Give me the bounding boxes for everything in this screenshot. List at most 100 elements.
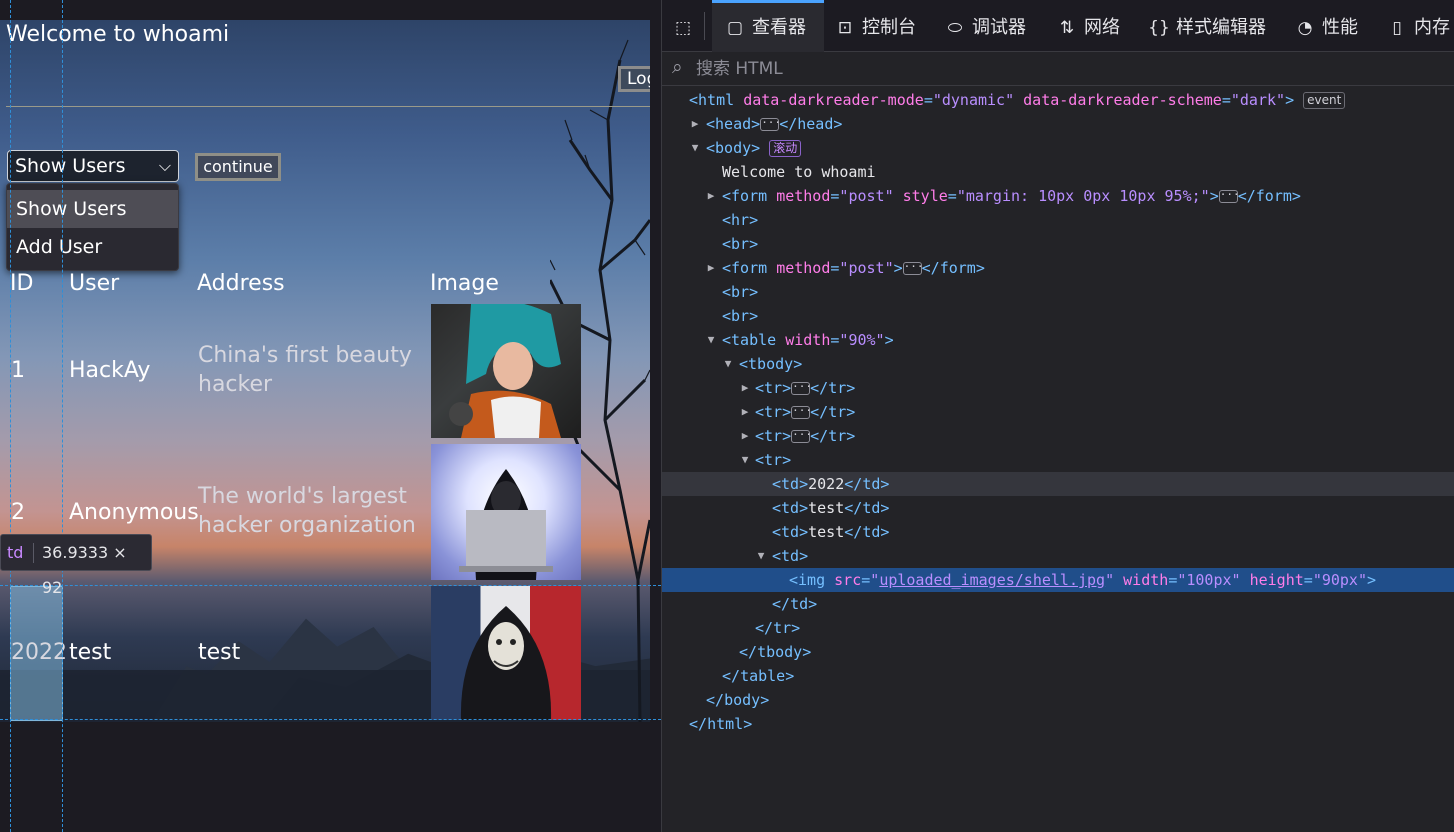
tree-node-br[interactable]: <br>	[662, 232, 1454, 256]
tree-node-tr[interactable]: ▶ <tr>···</tr>	[662, 376, 1454, 400]
tree-node-hr[interactable]: <hr>	[662, 208, 1454, 232]
search-html-input[interactable]	[696, 56, 1396, 82]
inspector-guide-vertical	[62, 0, 63, 832]
table-cell-id: 2	[11, 500, 25, 525]
table-header-id: ID	[10, 271, 34, 296]
pick-element-button[interactable]: ⬚	[672, 0, 700, 52]
tree-node-body[interactable]: ▼ <body> 滚动	[662, 136, 1454, 160]
pick-element-icon: ⬚	[674, 18, 692, 38]
collapsed-ellipsis-icon[interactable]: ···	[791, 429, 812, 443]
tooltip-separator	[33, 543, 34, 563]
tree-node-tr[interactable]: ▶ <tr>···</tr>	[662, 424, 1454, 448]
tab-label: 调试器	[972, 17, 1026, 38]
tab-memory[interactable]: ▯ 内存	[1386, 0, 1450, 52]
expand-triangle-icon[interactable]: ▶	[704, 256, 718, 280]
table-header-user: User	[69, 271, 120, 296]
expand-triangle-icon[interactable]: ▶	[738, 424, 752, 448]
collapse-triangle-icon[interactable]: ▼	[688, 136, 702, 160]
dropdown-option-show-users[interactable]: Show Users	[7, 190, 178, 228]
collapse-triangle-icon[interactable]: ▼	[704, 328, 718, 352]
tree-node-body-close[interactable]: </body>	[662, 688, 1454, 712]
user-image-2	[431, 444, 581, 580]
inspector-icon: ▢	[726, 18, 744, 38]
tree-node-form[interactable]: ▶ <form method="post">···</form>	[662, 256, 1454, 280]
table-cell-user: test	[69, 640, 112, 665]
expand-triangle-icon[interactable]: ▶	[738, 376, 752, 400]
search-icon: ⌕	[672, 56, 683, 78]
tree-node-table-close[interactable]: </table>	[662, 664, 1454, 688]
tree-node-td[interactable]: <td>test</td>	[662, 496, 1454, 520]
table-cell-id: 2022	[11, 640, 67, 665]
console-icon: ⊡	[837, 18, 853, 38]
dropdown-option-add-user[interactable]: Add User	[7, 228, 178, 266]
action-select-value: Show Users	[15, 155, 126, 177]
tree-node-tr[interactable]: ▼ <tr>	[662, 448, 1454, 472]
action-select[interactable]: Show Users ⌵	[7, 150, 179, 182]
scroll-badge[interactable]: 滚动	[769, 140, 802, 157]
table-cell-user: Anonymous	[69, 500, 199, 525]
markup-tree: <html data-darkreader-mode="dynamic" dat…	[662, 88, 1454, 832]
tab-label: 查看器	[752, 17, 806, 38]
devtools-panel: ⬚ ▢ 查看器 ⊡ 控制台 ⬭ 调试器 ⇅ 网络 {} 样式编辑器 ◔ 性能 ▯ 内存 ⌕	[661, 0, 1454, 832]
tab-inspector[interactable]: ▢ 查看器	[712, 0, 824, 52]
tab-style-editor[interactable]: {} 样式编辑器	[1148, 0, 1266, 52]
expand-triangle-icon[interactable]: ▶	[704, 184, 718, 208]
table-cell-id: 1	[11, 358, 25, 383]
tree-node-html-close[interactable]: </html>	[662, 712, 1454, 736]
tree-node-tr[interactable]: ▶ <tr>···</tr>	[662, 400, 1454, 424]
tree-node-tbody-close[interactable]: </tbody>	[662, 640, 1454, 664]
style-editor-icon: {}	[1148, 18, 1170, 38]
continue-button[interactable]: continue	[195, 153, 281, 181]
tree-node-td[interactable]: <td>2022</td>	[662, 472, 1454, 496]
horizontal-rule	[6, 106, 650, 107]
tree-node-td[interactable]: <td>test</td>	[662, 520, 1454, 544]
tab-label: 网络	[1084, 17, 1120, 38]
table-cell-address: hacker organization	[198, 513, 416, 538]
user-image-3	[431, 586, 581, 720]
tree-node-text[interactable]: Welcome to whoami	[662, 160, 1454, 184]
collapsed-ellipsis-icon[interactable]: ···	[791, 405, 812, 419]
tab-label: 控制台	[862, 17, 916, 38]
collapsed-ellipsis-icon[interactable]: ···	[791, 381, 812, 395]
tab-console[interactable]: ⊡ 控制台	[834, 0, 916, 52]
memory-icon: ▯	[1392, 18, 1402, 38]
tree-node-html[interactable]: <html data-darkreader-mode="dynamic" dat…	[662, 88, 1454, 112]
tree-node-tr-close[interactable]: </tr>	[662, 616, 1454, 640]
tooltip-dimensions: 36.9333 × 92	[42, 543, 127, 597]
collapse-triangle-icon[interactable]: ▼	[721, 352, 735, 376]
event-badge[interactable]: event	[1303, 92, 1346, 109]
toolbar-separator	[704, 12, 705, 40]
tree-node-table[interactable]: ▼ <table width="90%">	[662, 328, 1454, 352]
tab-network[interactable]: ⇅ 网络	[1056, 0, 1120, 52]
expand-triangle-icon[interactable]: ▶	[738, 400, 752, 424]
collapsed-ellipsis-icon[interactable]: ···	[760, 117, 781, 131]
tab-debugger[interactable]: ⬭ 调试器	[944, 0, 1026, 52]
page-body: Welcome to whoami Logout Show Users ⌵ co…	[0, 20, 650, 722]
img-src-link[interactable]: uploaded_images/shell.jpg	[879, 571, 1105, 589]
tree-node-td[interactable]: ▼ <td>	[662, 544, 1454, 568]
user-image-1	[431, 304, 581, 438]
collapse-triangle-icon[interactable]: ▼	[738, 448, 752, 472]
html-search-bar: ⌕	[662, 52, 1454, 86]
select-dropdown-list: Show Users Add User	[6, 183, 179, 271]
tab-label: 样式编辑器	[1176, 17, 1266, 38]
inspector-guide-vertical	[10, 0, 11, 832]
expand-triangle-icon[interactable]: ▶	[688, 112, 702, 136]
collapsed-ellipsis-icon[interactable]: ···	[902, 261, 924, 275]
tree-node-tbody[interactable]: ▼ <tbody>	[662, 352, 1454, 376]
table-cell-address: The world's largest	[198, 484, 407, 509]
table-cell-address: hacker	[198, 372, 273, 397]
tab-performance[interactable]: ◔ 性能	[1294, 0, 1358, 52]
tree-node-form[interactable]: ▶ <form method="post" style="margin: 10p…	[662, 184, 1454, 208]
tree-node-head[interactable]: ▶ <head>···</head>	[662, 112, 1454, 136]
logout-button[interactable]: Logout	[618, 66, 650, 92]
welcome-heading: Welcome to whoami	[6, 22, 230, 47]
tree-node-br[interactable]: <br>	[662, 304, 1454, 328]
tree-node-br[interactable]: <br>	[662, 280, 1454, 304]
tab-label: 内存	[1414, 17, 1450, 38]
collapse-triangle-icon[interactable]: ▼	[754, 544, 768, 568]
viewport-top-strip	[0, 0, 661, 20]
tree-node-img[interactable]: <img src="uploaded_images/shell.jpg" wid…	[662, 568, 1454, 592]
tree-node-td-close[interactable]: </td>	[662, 592, 1454, 616]
collapsed-ellipsis-icon[interactable]: ···	[1218, 189, 1240, 203]
